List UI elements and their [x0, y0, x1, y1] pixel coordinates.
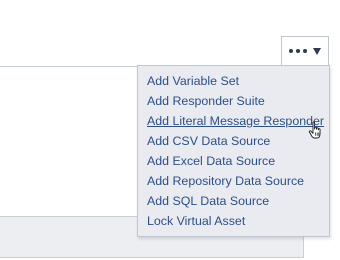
more-actions-button[interactable]	[281, 36, 329, 65]
ellipsis-icon	[289, 49, 307, 53]
menu-item-add-responder-suite[interactable]: Add Responder Suite	[138, 91, 329, 111]
content-panel-border	[0, 66, 140, 67]
actions-dropdown-menu: Add Variable Set Add Responder Suite Add…	[137, 65, 330, 237]
menu-item-add-excel-data-source[interactable]: Add Excel Data Source	[138, 151, 329, 171]
menu-item-add-repository-data-source[interactable]: Add Repository Data Source	[138, 171, 329, 191]
menu-item-add-variable-set[interactable]: Add Variable Set	[138, 71, 329, 91]
menu-item-add-literal-message-responder[interactable]: Add Literal Message Responder	[138, 111, 329, 131]
menu-item-add-csv-data-source[interactable]: Add CSV Data Source	[138, 131, 329, 151]
menu-item-add-sql-data-source[interactable]: Add SQL Data Source	[138, 191, 329, 211]
caret-down-icon	[313, 47, 321, 55]
menu-item-lock-virtual-asset[interactable]: Lock Virtual Asset	[138, 211, 329, 231]
